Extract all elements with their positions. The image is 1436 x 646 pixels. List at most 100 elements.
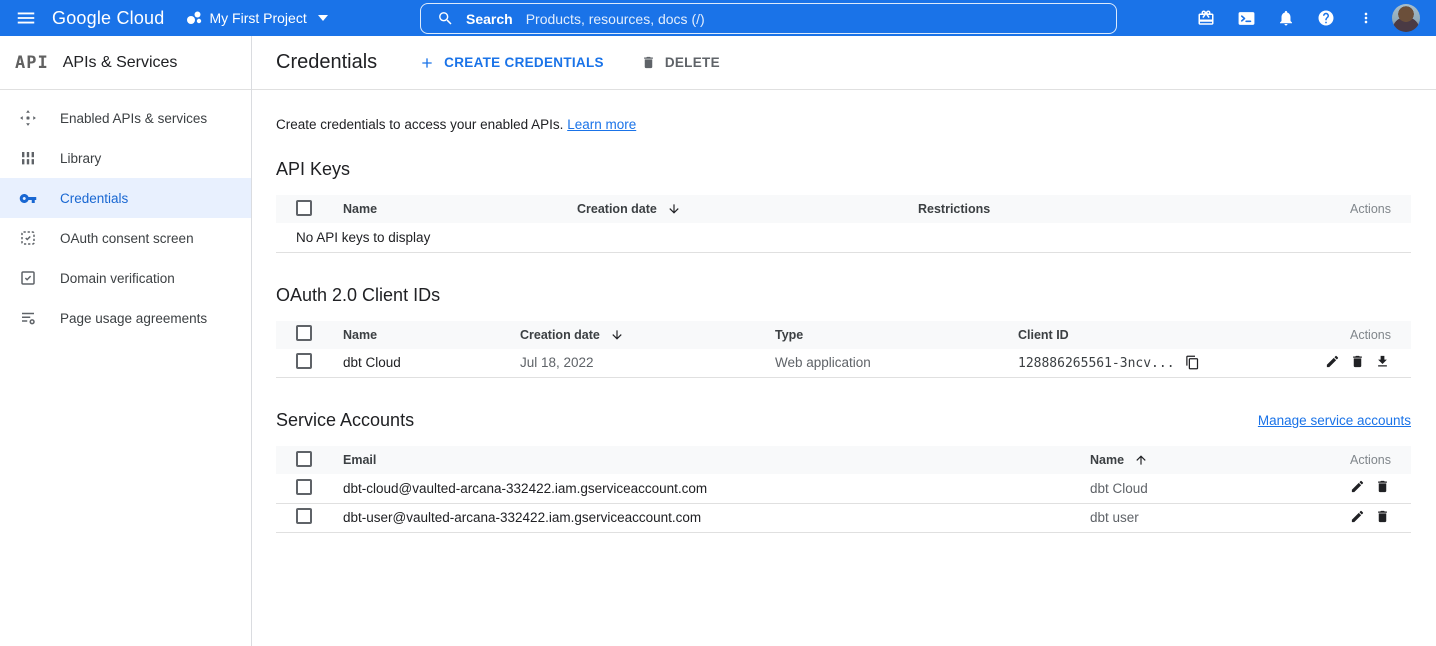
column-header-creation-date[interactable]: Creation date bbox=[557, 195, 898, 223]
chevron-down-icon bbox=[318, 15, 328, 21]
column-header-name[interactable]: Name bbox=[323, 321, 500, 349]
service-account-email[interactable]: dbt-cloud@vaulted-arcana-332422.iam.gser… bbox=[323, 474, 1070, 503]
row-actions-cell bbox=[1311, 474, 1411, 503]
google-cloud-logo-text: Google Cloud bbox=[52, 8, 164, 29]
select-all-checkbox[interactable] bbox=[296, 325, 312, 341]
sidebar-item-label: Page usage agreements bbox=[60, 311, 207, 326]
column-header-email[interactable]: Email bbox=[323, 446, 1070, 474]
notifications-icon[interactable] bbox=[1266, 0, 1306, 36]
oauth-clients-table: Name Creation date Type Client ID Action… bbox=[276, 321, 1411, 379]
app-bar: Google Cloud My First Project Search Pro… bbox=[0, 0, 1436, 36]
edit-icon[interactable] bbox=[1325, 354, 1341, 370]
sidebar-item-oauth-consent[interactable]: OAuth consent screen bbox=[0, 218, 251, 258]
page-toolbar: Credentials CREATE CREDENTIALS DELETE bbox=[252, 36, 1436, 90]
create-credentials-label: CREATE CREDENTIALS bbox=[444, 55, 604, 70]
create-credentials-button[interactable]: CREATE CREDENTIALS bbox=[419, 55, 604, 71]
delete-icon[interactable] bbox=[1350, 354, 1366, 370]
row-checkbox[interactable] bbox=[296, 479, 312, 495]
api-keys-empty-text: No API keys to display bbox=[276, 223, 1411, 252]
manage-service-accounts-link[interactable]: Manage service accounts bbox=[1258, 413, 1411, 428]
gift-icon[interactable] bbox=[1186, 0, 1226, 36]
edit-icon[interactable] bbox=[1350, 479, 1366, 495]
column-header-name[interactable]: Name bbox=[323, 195, 557, 223]
service-account-name: dbt Cloud bbox=[1070, 474, 1311, 503]
sidebar-item-enabled-apis[interactable]: Enabled APIs & services bbox=[0, 98, 251, 138]
domain-verification-icon bbox=[19, 269, 37, 287]
project-name: My First Project bbox=[209, 10, 306, 26]
search-input[interactable]: Search Products, resources, docs (/) bbox=[420, 3, 1117, 34]
creation-date-label: Creation date bbox=[577, 202, 657, 216]
oauth-client-type: Web application bbox=[755, 349, 998, 378]
oauth-clients-section: OAuth 2.0 Client IDs Name Creation date bbox=[276, 285, 1411, 379]
creation-date-label: Creation date bbox=[520, 328, 600, 342]
oauth-consent-icon bbox=[19, 229, 37, 247]
sidebar-item-label: Enabled APIs & services bbox=[60, 111, 207, 126]
copy-icon[interactable] bbox=[1185, 355, 1201, 371]
column-header-restrictions[interactable]: Restrictions bbox=[898, 195, 1271, 223]
api-keys-empty-row: No API keys to display bbox=[276, 223, 1411, 252]
cloud-shell-icon[interactable] bbox=[1226, 0, 1266, 36]
project-icon bbox=[186, 10, 202, 26]
more-vert-icon[interactable] bbox=[1346, 0, 1386, 36]
service-accounts-header-row: Email Name Actions bbox=[276, 446, 1411, 474]
sidebar-item-credentials[interactable]: Credentials bbox=[0, 178, 251, 218]
row-checkbox[interactable] bbox=[296, 508, 312, 524]
avatar[interactable] bbox=[1392, 4, 1420, 32]
sidebar: API APIs & Services Enabled APIs & servi… bbox=[0, 36, 252, 646]
oauth-client-id-cell: 128886265561-3ncv... bbox=[998, 349, 1291, 378]
page-body: Create credentials to access your enable… bbox=[252, 90, 1436, 565]
page-usage-agreements-icon bbox=[19, 309, 37, 327]
main-content: Credentials CREATE CREDENTIALS DELETE Cr… bbox=[252, 36, 1436, 646]
search-icon bbox=[437, 10, 454, 27]
oauth-client-id: 128886265561-3ncv... bbox=[1018, 356, 1175, 371]
project-selector[interactable]: My First Project bbox=[186, 10, 327, 26]
google-cloud-logo[interactable]: Google Cloud bbox=[52, 8, 164, 29]
row-actions-cell bbox=[1311, 503, 1411, 532]
delete-icon[interactable] bbox=[1375, 509, 1391, 525]
delete-label: DELETE bbox=[665, 55, 720, 70]
sidebar-item-page-usage-agreements[interactable]: Page usage agreements bbox=[0, 298, 251, 338]
table-row: dbt-cloud@vaulted-arcana-332422.iam.gser… bbox=[276, 474, 1411, 503]
column-header-type[interactable]: Type bbox=[755, 321, 998, 349]
row-checkbox[interactable] bbox=[296, 353, 312, 369]
edit-icon[interactable] bbox=[1350, 509, 1366, 525]
column-header-actions: Actions bbox=[1311, 446, 1411, 474]
menu-icon[interactable] bbox=[0, 0, 52, 36]
column-header-client-id[interactable]: Client ID bbox=[998, 321, 1291, 349]
learn-more-link[interactable]: Learn more bbox=[567, 117, 636, 132]
api-product-logo: API bbox=[15, 53, 49, 73]
sort-desc-icon bbox=[667, 202, 681, 216]
select-all-checkbox[interactable] bbox=[296, 200, 312, 216]
api-keys-header-row: Name Creation date Restrictions Actions bbox=[276, 195, 1411, 223]
intro-sentence: Create credentials to access your enable… bbox=[276, 117, 563, 132]
sort-desc-icon bbox=[610, 328, 624, 342]
service-accounts-table: Email Name Actions bbox=[276, 446, 1411, 533]
help-icon[interactable] bbox=[1306, 0, 1346, 36]
sidebar-item-library[interactable]: Library bbox=[0, 138, 251, 178]
intro-text: Create credentials to access your enable… bbox=[276, 117, 1411, 132]
enabled-apis-icon bbox=[19, 109, 37, 127]
delete-icon[interactable] bbox=[1375, 479, 1391, 495]
sidebar-item-label: OAuth consent screen bbox=[60, 231, 194, 246]
row-actions-cell bbox=[1291, 349, 1411, 378]
oauth-client-name[interactable]: dbt Cloud bbox=[323, 349, 500, 378]
sidebar-item-domain-verification[interactable]: Domain verification bbox=[0, 258, 251, 298]
table-row: dbt-user@vaulted-arcana-332422.iam.gserv… bbox=[276, 503, 1411, 532]
key-icon bbox=[19, 189, 37, 207]
oauth-header-row: Name Creation date Type Client ID Action… bbox=[276, 321, 1411, 349]
trash-icon bbox=[641, 55, 656, 70]
download-icon[interactable] bbox=[1375, 354, 1391, 370]
select-all-checkbox[interactable] bbox=[296, 451, 312, 467]
column-header-name[interactable]: Name bbox=[1070, 446, 1311, 474]
plus-icon bbox=[419, 55, 435, 71]
sidebar-title: APIs & Services bbox=[63, 54, 178, 72]
sidebar-item-label: Credentials bbox=[60, 191, 128, 206]
column-header-creation-date[interactable]: Creation date bbox=[500, 321, 755, 349]
api-keys-section: API Keys Name Creation date bbox=[276, 159, 1411, 253]
oauth-clients-title: OAuth 2.0 Client IDs bbox=[276, 285, 1411, 306]
table-row: dbt Cloud Jul 18, 2022 Web application 1… bbox=[276, 349, 1411, 378]
delete-button[interactable]: DELETE bbox=[641, 55, 720, 70]
service-account-email[interactable]: dbt-user@vaulted-arcana-332422.iam.gserv… bbox=[323, 503, 1070, 532]
page-title: Credentials bbox=[276, 51, 377, 74]
service-accounts-title: Service Accounts bbox=[276, 410, 414, 431]
